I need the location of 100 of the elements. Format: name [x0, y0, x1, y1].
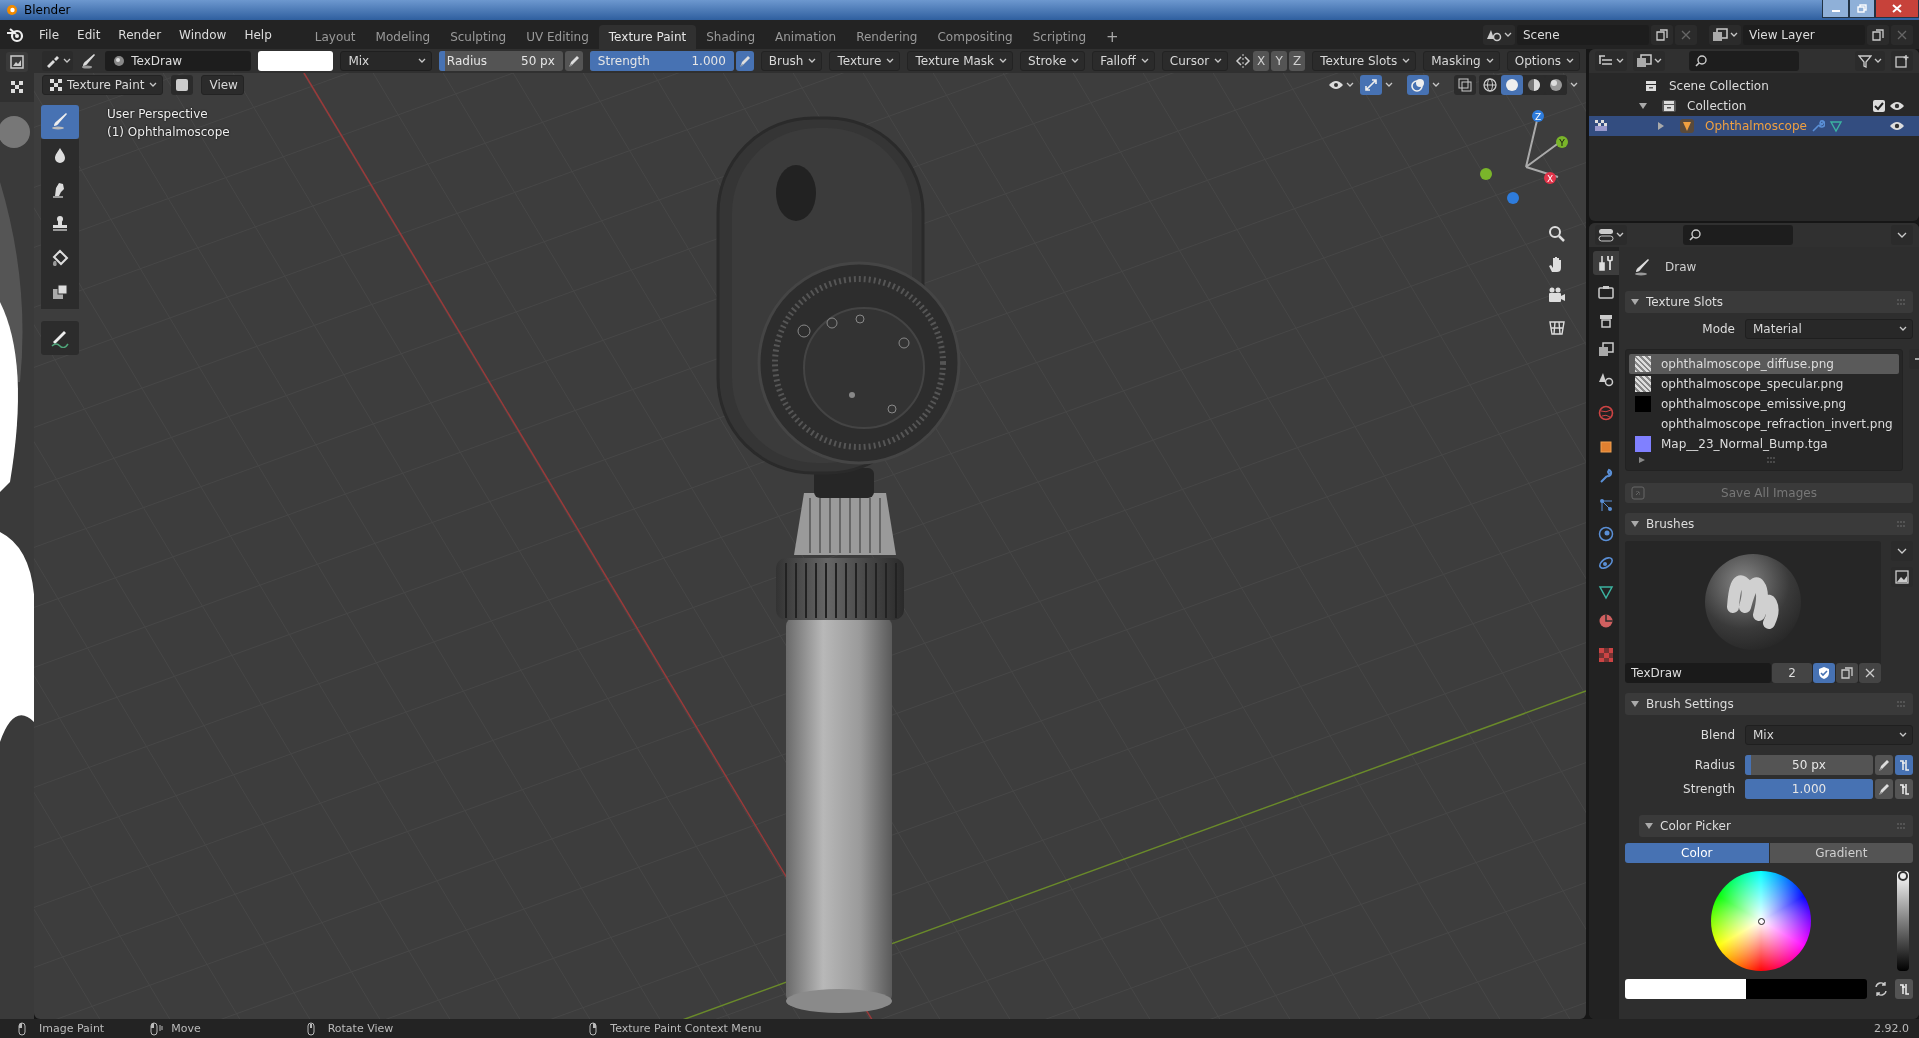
- radius-slider[interactable]: 50 px: [1745, 755, 1873, 775]
- outliner-item[interactable]: Collection: [1687, 99, 1747, 113]
- texture-slot[interactable]: ophthalmoscope_emissive.png: [1629, 394, 1899, 414]
- view-layer-name-field[interactable]: View Layer: [1743, 24, 1865, 45]
- disclosure-triangle-icon[interactable]: [1657, 122, 1665, 130]
- checkbox[interactable]: [1873, 100, 1885, 112]
- header-menu-button[interactable]: Options: [1506, 51, 1580, 71]
- workspace-tab[interactable]: UV Editing: [516, 25, 599, 49]
- pressure-button[interactable]: [1875, 755, 1893, 775]
- options-dropdown[interactable]: [1891, 225, 1913, 245]
- delete-scene-button[interactable]: [1675, 24, 1697, 45]
- shading-button[interactable]: [1501, 75, 1523, 95]
- eye-icon[interactable]: [1889, 120, 1905, 132]
- menu-item[interactable]: File: [30, 27, 69, 42]
- fake-user-toggle[interactable]: [1813, 663, 1835, 683]
- header-menu-button[interactable]: Falloff: [1092, 51, 1155, 71]
- editor-type-button[interactable]: [6, 52, 28, 72]
- minimize-button[interactable]: [1822, 0, 1849, 18]
- workspace-tab[interactable]: Sculpting: [440, 25, 517, 49]
- paint-mode-menu-button[interactable]: [42, 51, 74, 71]
- unlink-brush-button[interactable]: [1859, 663, 1881, 683]
- disclosure-triangle-icon[interactable]: [1639, 102, 1647, 110]
- slider-thumb[interactable]: [1898, 871, 1908, 881]
- header-menu-button[interactable]: Texture Slots: [1312, 51, 1417, 71]
- display-mode-dropdown[interactable]: [1595, 51, 1627, 71]
- texture-slot[interactable]: ophthalmoscope_refraction_invert.png: [1629, 414, 1899, 434]
- disclosure-triangle-icon[interactable]: [1645, 822, 1653, 830]
- search-field[interactable]: [1689, 51, 1799, 71]
- symmetry-axis-toggle[interactable]: Y: [1271, 51, 1288, 71]
- header-menu-button[interactable]: Cursor: [1161, 51, 1229, 71]
- texture-slot[interactable]: Map__23_Normal_Bump.tga: [1629, 434, 1899, 454]
- close-button[interactable]: [1875, 0, 1919, 18]
- blend-dropdown[interactable]: Mix: [1745, 725, 1913, 745]
- disclosure-triangle-icon[interactable]: [1631, 700, 1639, 708]
- view-layer-filter-dropdown[interactable]: [1633, 51, 1665, 71]
- header-menu-button[interactable]: Brush: [760, 51, 823, 71]
- delete-view-layer-button[interactable]: [1891, 24, 1913, 45]
- symmetry-axis-toggle[interactable]: Z: [1289, 51, 1306, 71]
- header-menu-button[interactable]: Masking: [1423, 51, 1500, 71]
- scene-name-field[interactable]: Scene: [1517, 24, 1649, 45]
- new-collection-button[interactable]: [1891, 51, 1913, 71]
- view-layer-selector-button[interactable]: [1709, 24, 1741, 45]
- tool-button[interactable]: [41, 139, 79, 173]
- brush-name-field[interactable]: TexDraw: [105, 51, 251, 71]
- strength-slider[interactable]: 1.000: [1745, 779, 1873, 799]
- tool-button[interactable]: [41, 275, 79, 309]
- search-field[interactable]: [1683, 225, 1793, 245]
- editor-type-dropdown[interactable]: [1595, 225, 1627, 245]
- primary-color-swatch[interactable]: [1625, 979, 1746, 999]
- pressure-button[interactable]: [1875, 779, 1893, 799]
- workspace-tab[interactable]: Animation: [765, 25, 847, 49]
- eye-icon[interactable]: [1889, 100, 1905, 112]
- brush-name-field[interactable]: TexDraw: [1625, 663, 1771, 683]
- value-slider[interactable]: [1897, 871, 1909, 971]
- color-swatch[interactable]: [257, 51, 334, 71]
- texture-slot[interactable]: ophthalmoscope_diffuse.png: [1629, 354, 1899, 374]
- new-view-layer-button[interactable]: [1867, 24, 1889, 45]
- properties-tab[interactable]: [1593, 251, 1619, 275]
- header-menu-button[interactable]: Texture: [829, 51, 901, 71]
- menu-item[interactable]: Window: [170, 27, 236, 42]
- workspace-tab[interactable]: Shading: [696, 25, 765, 49]
- view-menu-button[interactable]: View: [201, 75, 244, 95]
- duplicate-brush-button[interactable]: [1836, 663, 1858, 683]
- texture-slot[interactable]: ophthalmoscope_specular.png: [1629, 374, 1899, 394]
- symmetry-axis-toggle[interactable]: X: [1253, 51, 1270, 71]
- mask-toggle-button[interactable]: [171, 75, 194, 95]
- menu-item[interactable]: Help: [235, 27, 281, 42]
- swap-icon[interactable]: [1873, 981, 1889, 997]
- header-menu-button[interactable]: Texture Mask: [907, 51, 1014, 71]
- workspace-tab[interactable]: Layout: [304, 25, 366, 49]
- xray-toggle-button[interactable]: [1454, 75, 1476, 95]
- workspace-tab[interactable]: Scripting: [1022, 25, 1097, 49]
- filter-dropdown[interactable]: [1855, 51, 1885, 71]
- overlay-toggle-button[interactable]: [1407, 75, 1429, 95]
- navigation-gizmo[interactable]: Z Y X: [1480, 109, 1572, 205]
- outliner-item[interactable]: Scene Collection: [1669, 79, 1769, 93]
- user-count[interactable]: 2: [1772, 663, 1812, 683]
- mode-dropdown[interactable]: Texture Paint: [42, 75, 164, 95]
- disclosure-triangle-icon[interactable]: [1631, 298, 1639, 306]
- gizmo-toggle-button[interactable]: [1360, 75, 1382, 95]
- unified-toggle[interactable]: [1895, 779, 1913, 799]
- menu-item[interactable]: Render: [109, 27, 171, 42]
- color-mode-tab[interactable]: Color: [1625, 843, 1769, 863]
- workspace-tab[interactable]: Rendering: [846, 25, 928, 49]
- expand-triangle-icon[interactable]: [1639, 457, 1645, 463]
- workspace-tab[interactable]: Modeling: [365, 25, 441, 49]
- pressure-button[interactable]: [735, 51, 754, 71]
- color-mode-tab[interactable]: Gradient: [1769, 843, 1913, 863]
- add-workspace-button[interactable]: +: [1096, 25, 1129, 49]
- new-scene-button[interactable]: [1651, 24, 1673, 45]
- disclosure-triangle-icon[interactable]: [1631, 520, 1639, 528]
- workspace-tab[interactable]: Texture Paint: [598, 25, 697, 49]
- blend-dropdown[interactable]: Mix: [340, 51, 432, 71]
- secondary-color-swatch[interactable]: [1746, 979, 1867, 999]
- mode-dropdown[interactable]: Material: [1745, 319, 1913, 339]
- panel-header[interactable]: Brush Settings: [1625, 693, 1913, 715]
- header-menu-button[interactable]: Stroke: [1020, 51, 1086, 71]
- pressure-button[interactable]: [564, 51, 583, 71]
- scene-selector-button[interactable]: [1483, 24, 1515, 45]
- unified-toggle[interactable]: [1895, 755, 1913, 775]
